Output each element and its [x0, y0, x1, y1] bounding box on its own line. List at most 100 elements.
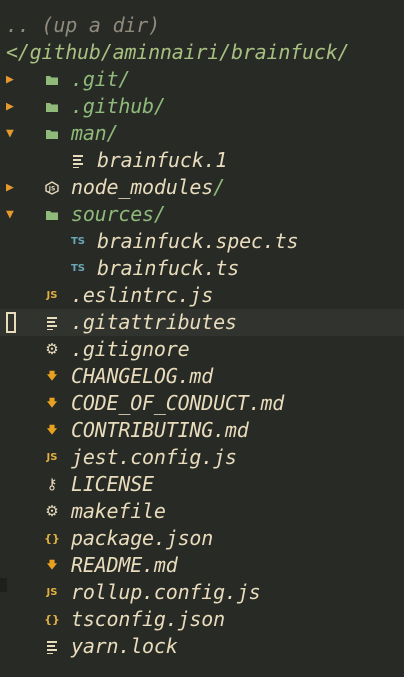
dir-row-git[interactable]: ▶ .git/ [0, 66, 404, 93]
name-text: .github [71, 94, 154, 118]
name-text: rollup.config.js [71, 580, 261, 604]
cursor-block [6, 312, 16, 333]
up-dir-label[interactable]: .. (up a dir) [0, 13, 160, 37]
dir-name[interactable]: .github/ [71, 93, 166, 120]
key-icon-glyph: ⚷ [46, 475, 58, 493]
file-name[interactable]: CONTRIBUTING.md [71, 417, 249, 444]
markdown-icon: 🡇 [44, 363, 60, 390]
javascript-icon-glyph: JS [46, 587, 58, 598]
expanded-arrow-icon[interactable]: ▼ [6, 120, 20, 147]
gear-icon: ⚙ [44, 336, 60, 363]
dir-row-github[interactable]: ▶ .github/ [0, 93, 404, 120]
file-tree: .. (up a dir) </github/aminnairi/brainfu… [0, 12, 404, 660]
file-row-package-json[interactable]: {} package.json [0, 525, 404, 552]
file-name[interactable]: yarn.lock [71, 633, 178, 660]
name-text: sources [71, 202, 154, 226]
file-row-makefile[interactable]: ⚙ makefile [0, 498, 404, 525]
gear-icon: ⚙ [44, 498, 60, 525]
expanded-arrow-icon[interactable]: ▼ [6, 201, 20, 228]
file-row-eslintrc[interactable]: JS .eslintrc.js [0, 282, 404, 309]
name-text: node_modules [71, 175, 214, 199]
file-name[interactable]: .gitattributes [71, 309, 237, 336]
file-name[interactable]: .eslintrc.js [71, 282, 213, 309]
current-path-row: </github/aminnairi/brainfuck/ [0, 39, 404, 66]
folder-icon [44, 66, 60, 93]
file-row-changelog[interactable]: 🡇 CHANGELOG.md [0, 363, 404, 390]
text-file-icon [70, 147, 86, 174]
name-text: makefile [71, 499, 166, 523]
typescript-icon-glyph: TS [70, 236, 86, 247]
javascript-icon: JS [44, 579, 60, 606]
file-name[interactable]: .gitignore [71, 336, 190, 363]
file-name[interactable]: LICENSE [71, 471, 154, 498]
name-text: brainfuck.1 [97, 148, 228, 172]
javascript-icon-glyph: JS [46, 452, 58, 463]
dir-row-node-modules[interactable]: ▶ JS node_modules/ [0, 174, 404, 201]
file-row-readme[interactable]: 🡇 README.md [0, 552, 404, 579]
gear-icon-glyph: ⚙ [45, 502, 59, 520]
markdown-icon: 🡇 [44, 552, 60, 579]
file-name[interactable]: brainfuck.ts [97, 255, 239, 282]
key-icon: ⚷ [44, 471, 60, 498]
dir-slash: / [153, 202, 166, 226]
name-text: jest.config.js [71, 445, 237, 469]
dir-slash: / [118, 67, 131, 91]
file-row-gitignore[interactable]: ⚙ .gitignore [0, 336, 404, 363]
up-dir-row[interactable]: .. (up a dir) [0, 12, 404, 39]
name-text: .git [71, 67, 119, 91]
markdown-icon-glyph: 🡇 [46, 371, 58, 382]
name-text: yarn.lock [71, 634, 178, 658]
javascript-icon-glyph: JS [46, 290, 58, 301]
markdown-icon: 🡇 [44, 390, 60, 417]
collapsed-arrow-icon[interactable]: ▶ [6, 66, 20, 93]
json-icon: {} [44, 606, 60, 633]
file-name[interactable]: CODE_OF_CONDUCT.md [71, 390, 284, 417]
json-icon-glyph: {} [44, 613, 60, 626]
dir-name[interactable]: .git/ [71, 66, 130, 93]
file-name[interactable]: jest.config.js [71, 444, 237, 471]
file-name[interactable]: brainfuck.1 [97, 147, 227, 174]
file-row-jest-config[interactable]: JS jest.config.js [0, 444, 404, 471]
file-name[interactable]: makefile [71, 498, 166, 525]
file-row-brainfuck-spec-ts[interactable]: TS brainfuck.spec.ts [0, 228, 404, 255]
name-text: .eslintrc.js [71, 283, 214, 307]
file-name[interactable]: package.json [71, 525, 213, 552]
json-icon-glyph: {} [44, 532, 60, 545]
typescript-icon: TS [70, 255, 86, 282]
file-row-brainfuck-1[interactable]: brainfuck.1 [0, 147, 404, 174]
file-row-contributing[interactable]: 🡇 CONTRIBUTING.md [0, 417, 404, 444]
file-name[interactable]: rollup.config.js [71, 579, 261, 606]
gutter-mark [0, 578, 7, 592]
dir-row-sources[interactable]: ▼ sources/ [0, 201, 404, 228]
dir-row-man[interactable]: ▼ man/ [0, 120, 404, 147]
markdown-icon-glyph: 🡇 [46, 560, 58, 571]
file-name[interactable]: brainfuck.spec.ts [97, 228, 299, 255]
current-path: </github/aminnairi/brainfuck/ [6, 40, 350, 64]
tree-rows: ▶ .git/▶ .github/▼ man/brainfuck.1 ▶ JS node_m… [0, 66, 404, 660]
nodejs-icon: JS [44, 174, 60, 201]
file-name[interactable]: README.md [71, 552, 178, 579]
folder-icon [44, 93, 60, 120]
file-row-gitattributes[interactable]: .gitattributes [0, 309, 404, 336]
dir-name[interactable]: node_modules/ [71, 174, 225, 201]
file-row-license[interactable]: ⚷ LICENSE [0, 471, 404, 498]
dir-name[interactable]: man/ [71, 120, 119, 147]
dir-name[interactable]: sources/ [71, 201, 166, 228]
file-row-code-of-conduct[interactable]: 🡇 CODE_OF_CONDUCT.md [0, 390, 404, 417]
file-name[interactable]: CHANGELOG.md [71, 363, 213, 390]
folder-icon [44, 120, 60, 147]
name-text: CHANGELOG.md [71, 364, 214, 388]
name-text: LICENSE [71, 472, 154, 496]
file-row-brainfuck-ts[interactable]: TS brainfuck.ts [0, 255, 404, 282]
json-icon: {} [44, 525, 60, 552]
collapsed-arrow-icon[interactable]: ▶ [6, 174, 20, 201]
markdown-icon-glyph: 🡇 [46, 398, 58, 409]
markdown-icon-glyph: 🡇 [46, 425, 58, 436]
dir-slash: / [153, 94, 166, 118]
file-row-tsconfig[interactable]: {} tsconfig.json [0, 606, 404, 633]
file-row-yarn-lock[interactable]: yarn.lock [0, 633, 404, 660]
file-row-rollup-config[interactable]: JS rollup.config.js [0, 579, 404, 606]
collapsed-arrow-icon[interactable]: ▶ [6, 93, 20, 120]
name-text: CONTRIBUTING.md [71, 418, 249, 442]
file-name[interactable]: tsconfig.json [71, 606, 225, 633]
